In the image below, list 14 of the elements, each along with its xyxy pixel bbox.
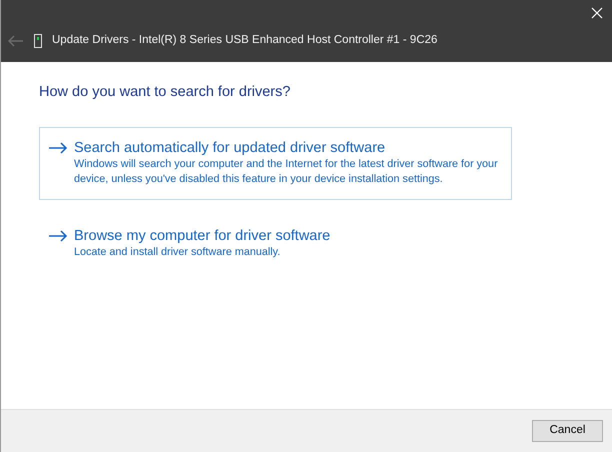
arrow-icon (48, 230, 68, 242)
page-heading: How do you want to search for drivers? (39, 84, 292, 102)
driver-option[interactable]: Browse my computer for driver software Locate and install driver software manually. (39, 215, 512, 274)
arrow-icon (48, 142, 68, 154)
window-title: Update Drivers - Intel(R) 8 Series USB Enhanced Host Controller #1 - 9C26 (52, 33, 438, 48)
option-title: Search automatically for updated driver software (74, 139, 386, 158)
option-title: Browse my computer for driver software (74, 227, 330, 246)
back-arrow-icon (8, 35, 24, 47)
driver-option[interactable] (39, 127, 512, 200)
option-description: Windows will search your computer and the Internet for the latest driver software for your device, unless you've disabled this feature in your device installation settings. (74, 157, 499, 188)
option-description: Locate and install driver software manually. (74, 245, 282, 260)
close-icon (591, 7, 603, 19)
device-icon (34, 34, 42, 48)
cancel-button[interactable]: Cancel (532, 420, 603, 442)
